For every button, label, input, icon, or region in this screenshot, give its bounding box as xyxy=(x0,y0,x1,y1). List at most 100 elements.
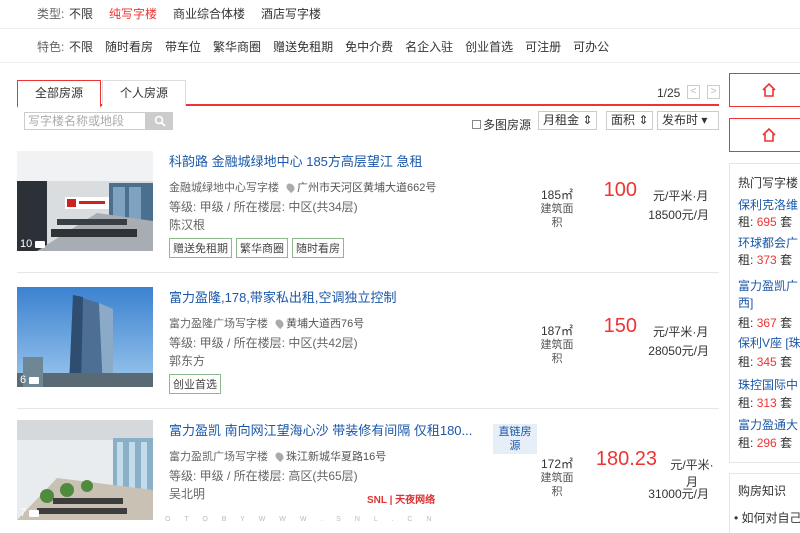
type-filter-commercial-complex[interactable]: 商业综合体楼 xyxy=(173,5,245,22)
listing-photo[interactable]: 6 xyxy=(17,287,153,387)
feature-filter-item[interactable]: 名企入驻 xyxy=(405,38,453,55)
tab-personal-listings[interactable]: 个人房源 xyxy=(102,80,186,106)
building-name[interactable]: 富力盈隆广场写字楼 xyxy=(169,318,268,330)
type-filter-label: 类型: xyxy=(37,6,65,21)
feature-filter-item[interactable]: 随时看房 xyxy=(105,38,153,55)
hot-office-link-extra[interactable]: 西] xyxy=(738,295,753,311)
chevron-down-icon: ▾ xyxy=(701,113,708,127)
listing-title[interactable]: 科韵路 金融城绿地中心 185方高层望江 急租 xyxy=(169,151,423,170)
hot-office-link[interactable]: 珠控国际中 xyxy=(738,377,798,393)
feature-filter-item[interactable]: 不限 xyxy=(69,38,93,55)
type-filter-pure-office[interactable]: 纯写字楼 xyxy=(109,5,157,22)
hot-office-rent: 租: 695 套 xyxy=(738,215,793,229)
tab-all-listings[interactable]: 全部房源 xyxy=(17,80,101,108)
camera-icon xyxy=(35,240,46,248)
multi-image-label: 多图房源 xyxy=(483,118,532,132)
listing-tags: 创业首选 xyxy=(169,374,225,394)
feature-filter-item[interactable]: 繁华商圈 xyxy=(213,38,261,55)
hot-office-rent: 租: 367 套 xyxy=(738,316,793,330)
hot-office-link[interactable]: 环球都会广 xyxy=(738,235,798,251)
knowledge-link[interactable]: • 如何对自己 xyxy=(734,510,800,526)
sidebar-action-button[interactable] xyxy=(729,118,800,152)
house-icon xyxy=(762,127,776,142)
search-input[interactable]: 写字楼名称或地段 xyxy=(24,112,146,130)
next-page-button[interactable]: > xyxy=(707,85,720,99)
image-count: 10 xyxy=(20,238,46,250)
listing-photo[interactable]: 7 xyxy=(17,420,153,520)
listing-total-price: 31000元/月 xyxy=(648,487,709,501)
listing-info: 等级: 甲级 / 所在楼层: 中区(共42层) xyxy=(169,336,358,350)
prev-page-button[interactable]: < xyxy=(687,85,700,99)
search-button[interactable] xyxy=(146,112,173,130)
location-pin-icon xyxy=(284,181,297,194)
listing-price: 100 xyxy=(603,179,637,201)
search-icon xyxy=(154,115,166,127)
watermark-text: O T O B Y W W W . S N L . C N xyxy=(165,516,438,523)
feature-filter-item[interactable]: 免中介费 xyxy=(345,38,393,55)
camera-icon xyxy=(29,376,40,384)
listing-address: 黄埔大道西76号 xyxy=(286,318,365,330)
listing-title[interactable]: 富力盈隆,178,带家私出租,空调独立控制 xyxy=(169,287,397,306)
listing-address: 广州市天河区黄埔大道662号 xyxy=(297,182,437,194)
listing-tabs: 全部房源 个人房源 xyxy=(17,80,719,108)
camera-icon xyxy=(29,509,40,517)
listing-price: 150 xyxy=(603,315,637,337)
location-pin-icon xyxy=(273,450,286,463)
hot-office-rent: 租: 296 套 xyxy=(738,436,793,450)
direct-listing-badge: 直链房源 xyxy=(493,424,537,454)
listing-total-price: 28050元/月 xyxy=(648,344,709,358)
feature-filter-item[interactable]: 赠送免租期 xyxy=(273,38,333,55)
divider xyxy=(0,62,800,63)
listing-tag: 随时看房 xyxy=(292,238,344,258)
hot-offices-panel: 热门写字楼 保利克洛维 租: 695 套 环球都会广 租: 373 套 富力盈凯… xyxy=(729,163,800,463)
listing-photo[interactable]: 10 xyxy=(17,151,153,251)
listing-item[interactable]: 10 科韵路 金融城绿地中心 185方高层望江 急租 金融城绿地中心写字楼 广州市… xyxy=(17,151,719,273)
sort-rent-label: 月租金 xyxy=(543,113,580,127)
listing-area: 172㎡ 建筑面积 xyxy=(540,457,574,498)
type-filter-hotel-office[interactable]: 酒店写字楼 xyxy=(261,5,321,22)
listing-tag: 赠送免租期 xyxy=(169,238,232,258)
listing-item[interactable]: 6 富力盈隆,178,带家私出租,空调独立控制 富力盈隆广场写字楼 黄埔大道西76… xyxy=(17,287,719,409)
building-name[interactable]: 富力盈凯广场写字楼 xyxy=(169,451,268,463)
listing-address: 珠江新城华夏路16号 xyxy=(286,451,387,463)
feature-filter-item[interactable]: 可办公 xyxy=(573,38,609,55)
page-indicator: 1/25 xyxy=(657,86,681,100)
hot-office-rent: 租: 345 套 xyxy=(738,355,793,369)
type-filter-row: 类型: 不限 纯写字楼 商业综合体楼 酒店写字楼 xyxy=(0,0,800,26)
checkbox[interactable] xyxy=(472,120,481,129)
listing-agent: 陈汉根 xyxy=(169,218,206,232)
listing-title[interactable]: 富力盈凯 南向网江望海心沙 带装修有间隔 仅租180... xyxy=(169,420,472,439)
sort-arrow-icon: ⇕ xyxy=(638,113,649,127)
sort-time-dropdown[interactable]: 发布时 ▾ xyxy=(657,111,719,130)
feature-filter-label: 特色: xyxy=(37,39,65,54)
hot-office-link[interactable]: 富力盈通大 xyxy=(738,417,798,433)
sort-area-label: 面积 xyxy=(611,113,636,127)
listing-price: 180.23 xyxy=(595,448,657,470)
sidebar-action-button[interactable] xyxy=(729,73,800,107)
feature-filter-row: 特色: 不限 随时看房 带车位 繁华商圈 赠送免租期 免中介费 名企入驻 创业首… xyxy=(0,33,800,59)
hot-office-rent: 租: 373 套 xyxy=(738,253,793,267)
sort-arrow-icon: ⇕ xyxy=(582,113,593,127)
listing-agent: 郭东方 xyxy=(169,354,206,368)
building-name[interactable]: 金融城绿地中心写字楼 xyxy=(169,182,279,194)
sort-area-button[interactable]: 面积 ⇕ xyxy=(606,111,654,130)
divider xyxy=(0,28,800,29)
knowledge-panel: 购房知识 • 如何对自己 xyxy=(729,473,800,533)
feature-filter-item[interactable]: 创业首选 xyxy=(465,38,513,55)
hot-office-link[interactable]: 富力盈凯广 xyxy=(738,278,798,294)
listing-tag: 繁华商圈 xyxy=(236,238,288,258)
listing-building: 富力盈隆广场写字楼 黄埔大道西76号 xyxy=(169,315,364,331)
image-count: 7 xyxy=(20,507,40,519)
multi-image-filter[interactable]: 多图房源 xyxy=(472,116,531,133)
listing-info: 等级: 甲级 / 所在楼层: 中区(共34层) xyxy=(169,200,358,214)
hot-office-link[interactable]: 保利V座 [珠 xyxy=(738,335,800,351)
hot-office-link[interactable]: 保利克洛维 xyxy=(738,197,798,213)
feature-filter-item[interactable]: 带车位 xyxy=(165,38,201,55)
type-filter-unlimited[interactable]: 不限 xyxy=(69,5,93,22)
feature-filter-item[interactable]: 可注册 xyxy=(525,38,561,55)
listing-tag: 创业首选 xyxy=(169,374,221,394)
hot-office-rent: 租: 313 套 xyxy=(738,396,793,410)
sort-rent-button[interactable]: 月租金 ⇕ xyxy=(538,111,598,130)
price-unit: 元/平米·月 xyxy=(653,189,709,203)
location-pin-icon xyxy=(273,317,286,330)
